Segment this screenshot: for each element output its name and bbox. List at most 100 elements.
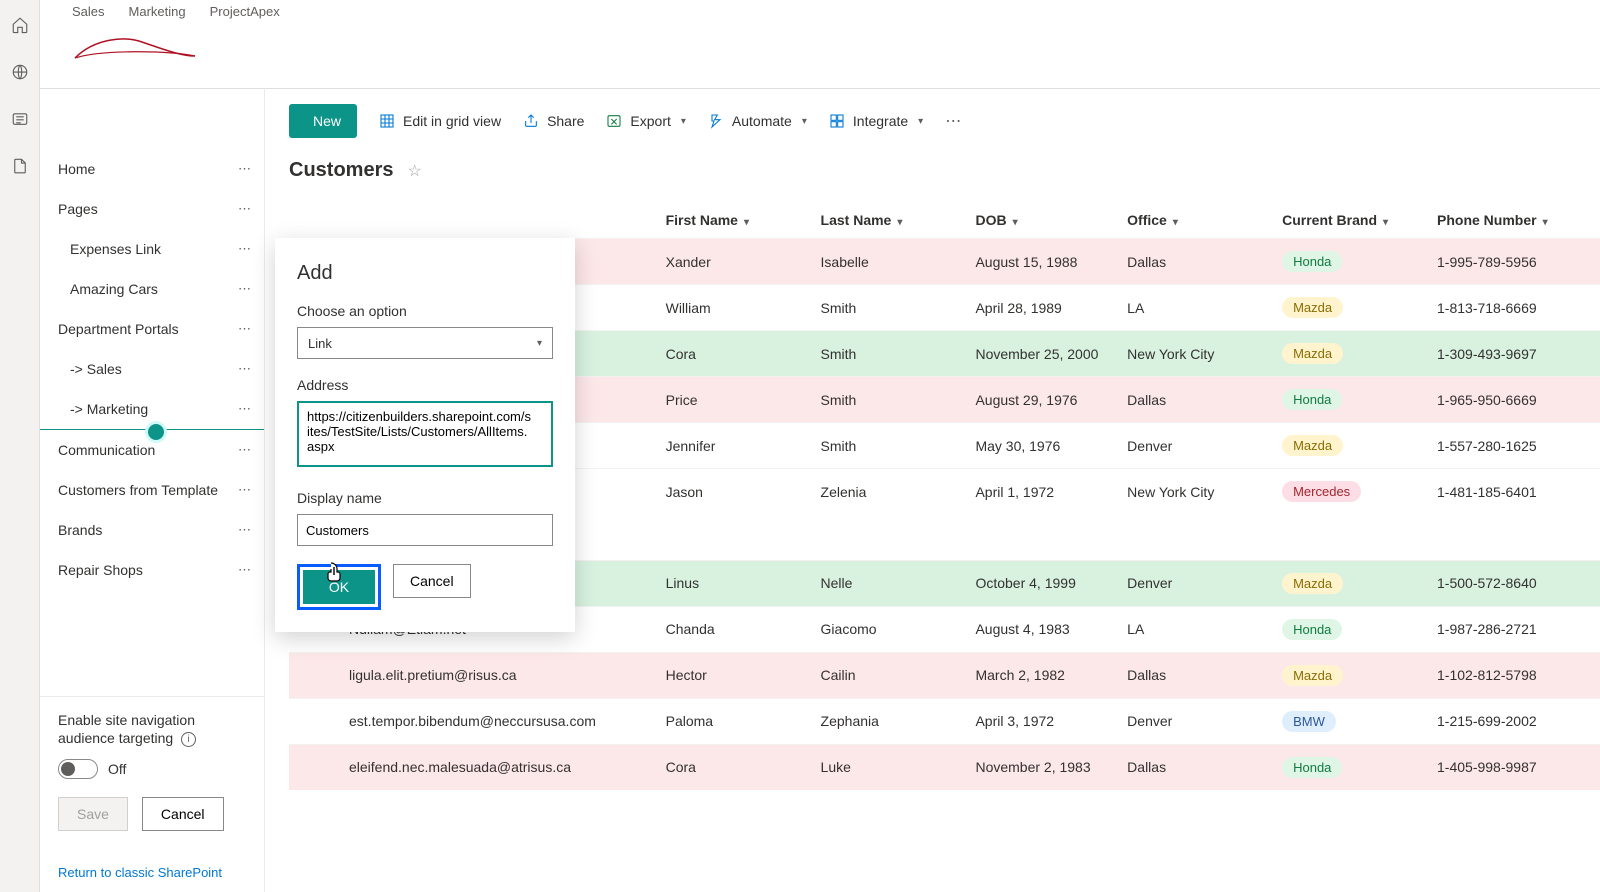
tab-sales[interactable]: Sales [72,4,105,19]
chevron-down-icon: ▾ [744,217,749,228]
table-row[interactable]: eleifend.nec.malesuada@atrisus.caCoraLuk… [289,744,1600,790]
nav-item[interactable]: Customers from Template⋯ [40,470,264,510]
cell-last-name: Luke [813,744,968,790]
nav-item-actions-icon[interactable]: ⋯ [238,361,252,377]
cell-dob: August 29, 1976 [967,377,1119,423]
nav-item-label: Department Portals [58,321,179,337]
nav-item-actions-icon[interactable]: ⋯ [238,321,252,337]
tab-projectapex[interactable]: ProjectApex [210,4,280,19]
cell-brand: Honda [1274,744,1429,790]
top-bar: Sales Marketing ProjectApex [40,0,1600,88]
column-header[interactable]: First Name▾ [658,202,813,239]
command-bar: New Edit in grid view Share Export▾ Auto… [265,89,1600,153]
nav-item-actions-icon[interactable]: ⋯ [238,401,252,417]
share-button[interactable]: Share [523,113,584,129]
column-header[interactable]: Office▾ [1119,202,1274,239]
brand-pill: Mazda [1282,343,1343,364]
cell-email: est.tempor.bibendum@neccursusa.com [289,698,658,744]
cell-first-name: Price [658,377,813,423]
globe-icon[interactable] [11,63,29,86]
nav-item-label: Expenses Link [70,241,161,257]
news-icon[interactable] [11,110,29,133]
overflow-button[interactable]: ⋯ [945,111,963,131]
cell-brand: Honda [1274,377,1429,423]
cell-dob: November 2, 1983 [967,744,1119,790]
site-logo[interactable] [70,23,200,73]
cell-dob: April 1, 1972 [967,469,1119,515]
chevron-down-icon: ▾ [1543,217,1548,228]
cell-office: LA [1119,606,1274,652]
column-header[interactable]: Current Brand▾ [1274,202,1429,239]
cell-office: LA [1119,285,1274,331]
cell-brand: Honda [1274,606,1429,652]
brand-pill: Mazda [1282,573,1343,594]
cell-phone: 1-215-699-2002 [1429,698,1600,744]
column-header[interactable]: Last Name▾ [813,202,968,239]
table-row[interactable]: ligula.elit.pretium@risus.caHectorCailin… [289,652,1600,698]
nav-item-label: -> Marketing [70,401,148,417]
automate-button[interactable]: Automate▾ [708,113,807,129]
export-button[interactable]: Export▾ [606,113,686,129]
toggle-state-label: Off [108,761,126,777]
nav-item-actions-icon[interactable]: ⋯ [238,442,252,458]
display-name-input[interactable] [297,514,553,546]
cell-last-name: Smith [813,331,968,377]
column-header[interactable]: Phone Number▾ [1429,202,1600,239]
nav-item-label: Brands [58,522,102,538]
nav-item-actions-icon[interactable]: ⋯ [238,201,252,217]
cell-dob: April 3, 1972 [967,698,1119,744]
nav-item[interactable]: Home⋯ [40,149,264,189]
cell-first-name: Cora [658,331,813,377]
nav-cancel-button[interactable]: Cancel [142,797,224,831]
address-input[interactable]: https://citizenbuilders.sharepoint.com/s… [297,401,553,467]
nav-item-actions-icon[interactable]: ⋯ [238,281,252,297]
app-rail [0,0,40,892]
cell-first-name: Jason [658,469,813,515]
audience-targeting-toggle[interactable] [58,759,98,779]
nav-item-actions-icon[interactable]: ⋯ [238,161,252,177]
brand-pill: Honda [1282,251,1342,272]
integrate-button[interactable]: Integrate▾ [829,113,923,129]
new-button[interactable]: New [289,104,357,138]
home-icon[interactable] [11,16,29,39]
cell-phone: 1-481-185-6401 [1429,469,1600,515]
choose-option-select[interactable]: Link ▾ [297,327,553,359]
file-icon[interactable] [11,157,29,180]
nav-insert-indicator[interactable] [40,429,264,430]
cell-brand: Mazda [1274,652,1429,698]
brand-pill: Mercedes [1282,481,1361,502]
nav-item-actions-icon[interactable]: ⋯ [238,522,252,538]
cell-phone: 1-557-280-1625 [1429,423,1600,469]
cell-first-name: William [658,285,813,331]
ok-button[interactable]: OK [303,570,375,604]
cell-first-name: Chanda [658,606,813,652]
edit-grid-button[interactable]: Edit in grid view [379,113,501,129]
info-icon[interactable]: i [181,732,196,747]
display-name-label: Display name [297,490,553,506]
cell-dob: May 30, 1976 [967,423,1119,469]
nav-item-actions-icon[interactable]: ⋯ [238,482,252,498]
cell-office: Dallas [1119,239,1274,285]
nav-save-button: Save [58,797,128,831]
nav-item[interactable]: Expenses Link ⋯ [40,229,264,269]
nav-item-actions-icon[interactable]: ⋯ [238,562,252,578]
nav-item-actions-icon[interactable]: ⋯ [238,241,252,257]
nav-item[interactable]: Amazing Cars⋯ [40,269,264,309]
favorite-star-icon[interactable]: ☆ [407,161,421,181]
tab-marketing[interactable]: Marketing [129,4,186,19]
table-row[interactable]: est.tempor.bibendum@neccursusa.comPaloma… [289,698,1600,744]
nav-footer: Enable site navigation audience targetin… [40,696,264,892]
nav-item[interactable]: Brands ⋯ [40,510,264,550]
chevron-down-icon: ▾ [897,217,902,228]
nav-item[interactable]: Repair Shops⋯ [40,550,264,590]
cell-last-name: Zelenia [813,469,968,515]
nav-item[interactable]: Pages⋯ [40,189,264,229]
flow-icon [708,113,724,129]
dialog-cancel-button[interactable]: Cancel [393,564,471,598]
chevron-down-icon: ▾ [537,338,542,349]
cell-office: New York City [1119,469,1274,515]
nav-item[interactable]: Department Portals ⋯ [40,309,264,349]
return-classic-link[interactable]: Return to classic SharePoint [58,865,248,880]
nav-item[interactable]: -> Sales⋯ [40,349,264,389]
column-header[interactable]: DOB▾ [967,202,1119,239]
